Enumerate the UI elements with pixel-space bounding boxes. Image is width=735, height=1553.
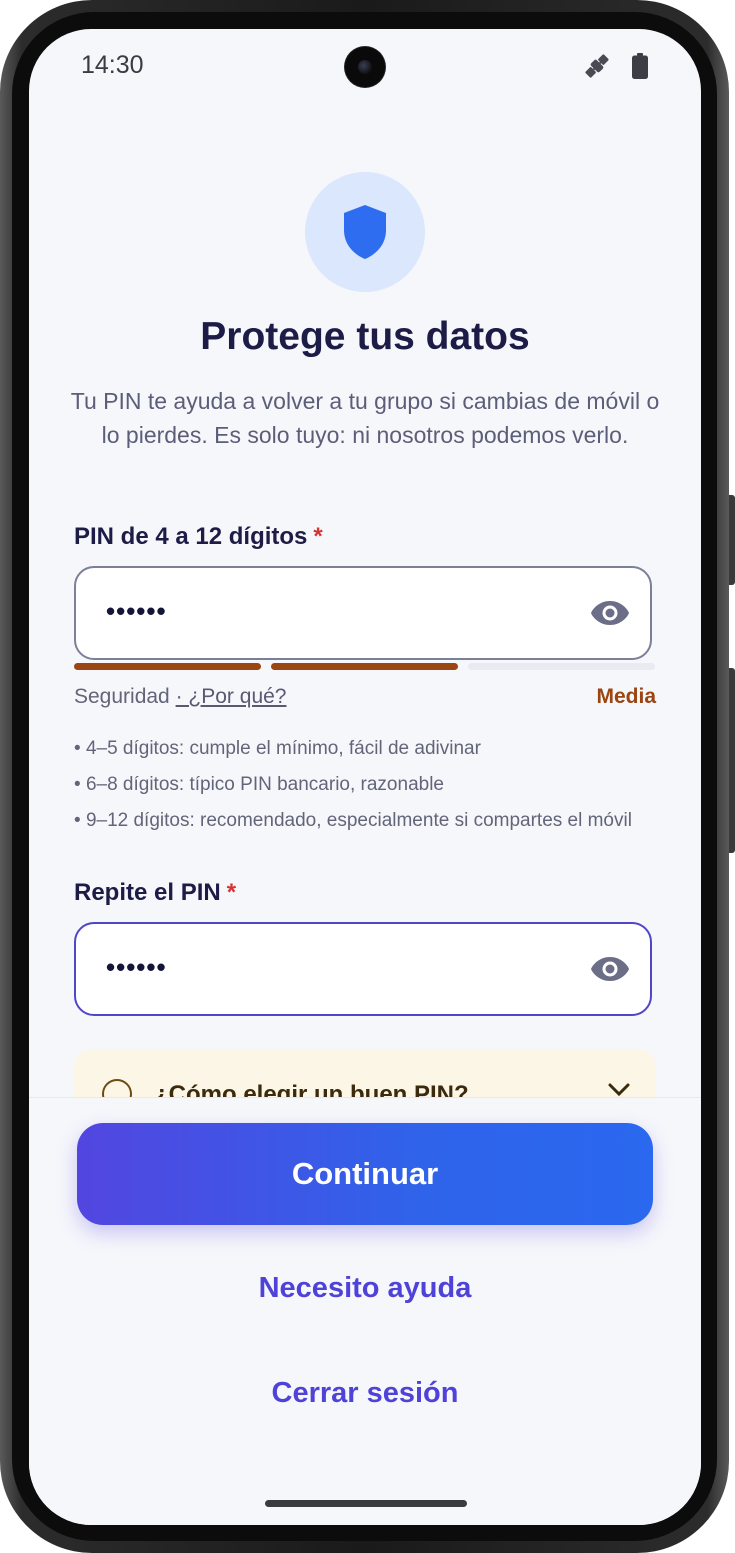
info-icon — [102, 1079, 132, 1097]
accordion-title: ¿Cómo elegir un buen PIN? — [154, 1081, 469, 1097]
strength-value: Media — [596, 685, 656, 708]
pin-help-accordion[interactable]: ¿Cómo elegir un buen PIN? — [74, 1049, 656, 1097]
volume-button — [729, 668, 735, 853]
strength-segment — [271, 663, 458, 670]
page-title: Protege tus datos — [200, 315, 530, 358]
scroll-content[interactable]: Protege tus datos Tu PIN te ayuda a volv… — [29, 29, 701, 1097]
confirm-field-label: Repite el PIN * — [74, 879, 236, 907]
home-indicator[interactable] — [265, 1500, 467, 1507]
list-item: 4–5 dígitos: cumple el mínimo, fácil de … — [74, 734, 656, 764]
shield-icon — [344, 205, 386, 259]
required-mark: * — [313, 523, 323, 550]
required-mark: * — [226, 879, 237, 906]
strength-segment — [468, 663, 655, 670]
strength-label-row: Seguridad · ¿Por qué? — [74, 685, 286, 709]
confirm-pin-value: •••••• — [106, 952, 167, 982]
strength-meter — [74, 663, 656, 670]
list-item: 6–8 dígitos: típico PIN bancario, razona… — [74, 770, 656, 800]
pin-tips-list: 4–5 dígitos: cumple el mínimo, fácil de … — [74, 734, 656, 842]
pin-input-value: •••••• — [106, 596, 167, 626]
power-button — [729, 495, 735, 585]
chevron-down-icon — [608, 1083, 630, 1097]
bottom-action-panel: Continuar Necesito ayuda Cerrar sesión — [29, 1097, 701, 1525]
shield-badge — [305, 172, 425, 292]
page-subtitle: Tu PIN te ayuda a volver a tu grupo si c… — [70, 388, 660, 448]
pin-field-label: PIN de 4 a 12 dígitos * — [74, 523, 323, 551]
eye-icon[interactable] — [590, 953, 630, 985]
logout-button[interactable]: Cerrar sesión — [29, 1377, 701, 1410]
continue-button[interactable]: Continuar — [77, 1123, 653, 1225]
pin-label-text: PIN de 4 a 12 dígitos — [74, 523, 308, 550]
screen: 14:30 Protege tus datos Tu PIN te ayuda … — [29, 29, 701, 1525]
why-link[interactable]: · ¿Por qué? — [176, 685, 287, 708]
strength-label: Seguridad — [74, 685, 170, 708]
pin-input[interactable]: •••••• — [74, 566, 652, 660]
help-button[interactable]: Necesito ayuda — [29, 1272, 701, 1305]
confirm-label-text: Repite el PIN — [74, 879, 221, 906]
eye-icon[interactable] — [590, 597, 630, 629]
strength-segment — [74, 663, 261, 670]
list-item: 9–12 dígitos: recomendado, especialmente… — [74, 806, 656, 836]
confirm-pin-input[interactable]: •••••• — [74, 922, 652, 1016]
